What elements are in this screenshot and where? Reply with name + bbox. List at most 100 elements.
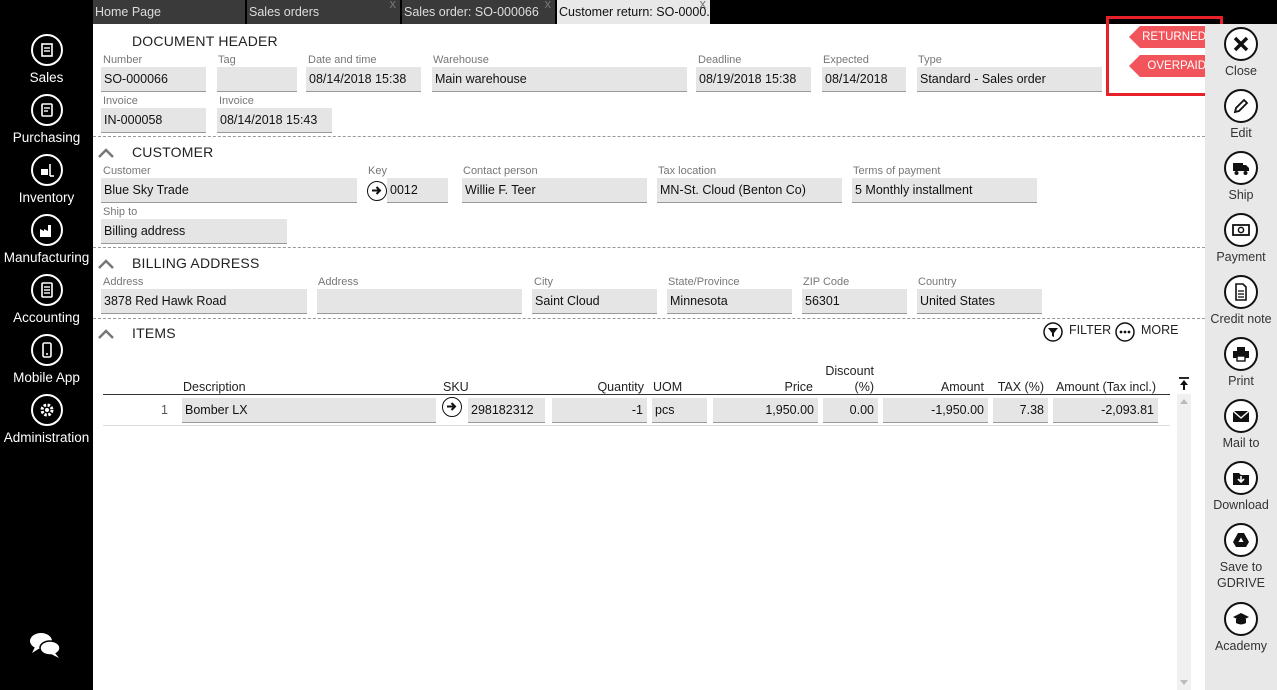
number-field[interactable]: SO-000066 (101, 67, 206, 92)
terms-field[interactable]: 5 Monthly installment (852, 178, 1037, 203)
amount-cell[interactable]: -1,950.00 (883, 398, 988, 423)
open-customer-arrow-icon[interactable] (367, 181, 387, 201)
city-field[interactable]: Saint Cloud (532, 289, 657, 314)
row-number: 1 (161, 403, 168, 417)
nav-item-manufacturing[interactable]: Manufacturing (0, 214, 93, 265)
close-icon[interactable]: x (700, 0, 707, 11)
action-label: Credit note (1210, 312, 1272, 326)
column-header-description[interactable]: Description (183, 380, 246, 394)
scroll-to-top-icon[interactable] (1177, 376, 1191, 392)
column-header-sku[interactable]: SKU (443, 380, 469, 394)
customer-field[interactable]: Blue Sky Trade (101, 178, 357, 203)
close-icon[interactable]: x (545, 0, 552, 11)
discount-cell[interactable]: 0.00 (823, 398, 878, 423)
nav-item-inventory[interactable]: Inventory (0, 154, 93, 205)
vertical-scrollbar[interactable] (1177, 394, 1191, 690)
column-header-discount[interactable]: Discount (823, 364, 874, 378)
quantity-cell[interactable]: -1 (552, 398, 647, 423)
more-icon (1115, 322, 1135, 342)
tab-home-page[interactable]: Home Page (93, 0, 246, 24)
warehouse-field[interactable]: Main warehouse (432, 67, 687, 92)
type-label: Type (918, 54, 942, 66)
ship-to-label: Ship to (103, 206, 138, 218)
nav-item-accounting[interactable]: Accounting (0, 274, 93, 325)
tag-field[interactable] (217, 67, 297, 92)
contact-field[interactable]: Willie F. Teer (462, 178, 647, 203)
column-header-quantity[interactable]: Quantity (553, 380, 644, 394)
truck-icon (1224, 151, 1258, 185)
datetime-field[interactable]: 08/14/2018 15:38 (306, 67, 421, 92)
tab-customer-return[interactable]: Customer return: SO-0000... x (557, 0, 711, 24)
gdrive-icon (1224, 523, 1258, 557)
nav-item-purchasing[interactable]: Purchasing (0, 94, 93, 145)
zip-field[interactable]: 56301 (802, 289, 907, 314)
tax-location-field[interactable]: MN-St. Cloud (Benton Co) (657, 178, 842, 203)
credit-note-button[interactable]: Credit note (1205, 275, 1277, 327)
close-icon (1224, 27, 1258, 61)
nav-label: Manufacturing (3, 250, 90, 265)
deadline-field[interactable]: 08/19/2018 15:38 (696, 67, 811, 92)
filter-icon (1043, 322, 1063, 342)
price-cell[interactable]: 1,950.00 (713, 398, 818, 423)
mail-to-button[interactable]: Mail to (1205, 399, 1277, 451)
tax-cell[interactable]: 7.38 (993, 398, 1048, 423)
key-field[interactable]: 0012 (387, 178, 448, 203)
invoice-field[interactable]: IN-000058 (101, 108, 206, 133)
pencil-icon (1224, 89, 1258, 123)
type-field[interactable]: Standard - Sales order (917, 67, 1102, 92)
address2-field[interactable] (317, 289, 522, 314)
document-form: DOCUMENT HEADER Number SO-000066 Tag Dat… (93, 24, 1210, 690)
nav-item-mobile-app[interactable]: Mobile App (0, 334, 93, 385)
section-divider (93, 318, 1205, 319)
warehouse-label: Warehouse (433, 54, 489, 66)
column-header-amount-tax[interactable]: Amount (Tax incl.) (1053, 380, 1156, 394)
ship-to-field[interactable]: Billing address (101, 219, 287, 244)
open-item-arrow-icon[interactable] (442, 397, 462, 417)
column-header-price[interactable]: Price (713, 380, 813, 394)
tab-sales-order[interactable]: Sales order: SO-000066 x (402, 0, 556, 24)
datetime-label: Date and time (308, 54, 377, 66)
download-button[interactable]: Download (1205, 461, 1277, 513)
academy-button[interactable]: Academy (1205, 602, 1277, 654)
nav-label: Mobile App (13, 370, 80, 385)
save-to-gdrive-button[interactable]: Save to GDRIVE (1205, 523, 1277, 591)
tax-location-label: Tax location (658, 165, 717, 177)
expected-field[interactable]: 08/14/2018 (822, 67, 906, 92)
city-label: City (534, 276, 553, 288)
deadline-label: Deadline (698, 54, 742, 66)
country-field[interactable]: United States (917, 289, 1042, 314)
sku-cell[interactable]: 298182312 (468, 398, 545, 423)
state-field[interactable]: Minnesota (667, 289, 792, 314)
payment-button[interactable]: Payment (1205, 213, 1277, 265)
collapse-chevron-icon[interactable] (97, 328, 115, 340)
state-label: State/Province (668, 276, 740, 288)
amount-tax-cell[interactable]: -2,093.81 (1053, 398, 1158, 423)
close-icon[interactable]: x (390, 0, 397, 11)
column-header-tax[interactable]: TAX (%) (993, 380, 1044, 394)
nav-label: Administration (3, 430, 90, 445)
action-label: Print (1228, 374, 1254, 388)
uom-cell[interactable]: pcs (652, 398, 707, 423)
edit-button[interactable]: Edit (1205, 89, 1277, 141)
print-button[interactable]: Print (1205, 337, 1277, 389)
column-header-amount[interactable]: Amount (883, 380, 984, 394)
close-button[interactable]: Close (1205, 27, 1277, 79)
nav-item-sales[interactable]: Sales (0, 34, 93, 85)
tab-sales-orders[interactable]: Sales orders x (247, 0, 401, 24)
collapse-chevron-icon[interactable] (97, 147, 115, 159)
action-label: Payment (1216, 250, 1266, 264)
nav-item-administration[interactable]: Administration (0, 394, 93, 445)
description-cell[interactable]: Bomber LX (182, 398, 436, 423)
scroll-down-icon[interactable] (1180, 680, 1188, 686)
address2-label: Address (318, 276, 359, 288)
address-field[interactable]: 3878 Red Hawk Road (101, 289, 307, 314)
ship-button[interactable]: Ship (1205, 151, 1277, 203)
collapse-chevron-icon[interactable] (97, 258, 115, 270)
scroll-up-icon[interactable] (1180, 398, 1188, 404)
terms-label: Terms of payment (853, 165, 941, 177)
invoice-label: Invoice (103, 95, 138, 107)
column-header-uom[interactable]: UOM (653, 380, 682, 394)
chat-icon[interactable] (27, 626, 63, 662)
tab-label: Sales order: SO-000066 (404, 5, 539, 19)
invoice-date-field[interactable]: 08/14/2018 15:43 (217, 108, 332, 133)
